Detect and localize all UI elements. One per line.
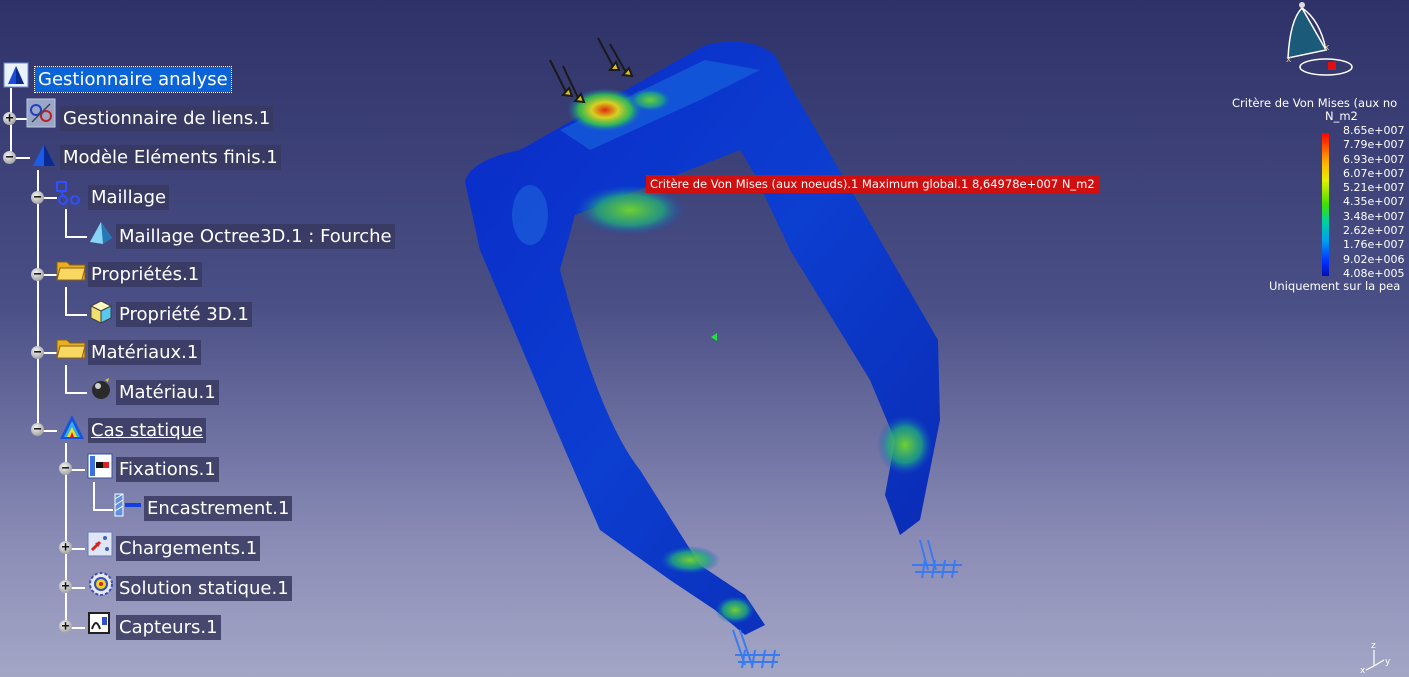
- axis-triad-icon: z y x: [1360, 641, 1391, 674]
- tree-item-materials[interactable]: Matériaux.1: [88, 340, 202, 365]
- legend-value: 2.62e+007: [1343, 224, 1405, 238]
- folder-icon[interactable]: [56, 334, 86, 360]
- tree-connector: [93, 482, 95, 510]
- legend-value: 4.35e+007: [1343, 195, 1405, 209]
- tree-item-static-case[interactable]: Cas statique: [88, 418, 207, 443]
- tree-connector: [65, 209, 67, 237]
- axis-x-label: x: [1360, 666, 1366, 674]
- legend-color-bar: [1322, 133, 1329, 276]
- tree-item-sensors[interactable]: Capteurs.1: [116, 615, 221, 640]
- tree-connector: [65, 287, 67, 315]
- axis-z-label: z: [1371, 641, 1376, 651]
- collapse-toggle[interactable]: −: [31, 191, 44, 204]
- expand-toggle[interactable]: +: [59, 541, 72, 554]
- folder-icon[interactable]: [56, 256, 86, 282]
- max-stress-tooltip: Critère de Von Mises (aux noeuds).1 Maxi…: [646, 175, 1099, 193]
- tree-connector: [65, 314, 87, 316]
- tree-item-mesh[interactable]: Maillage: [88, 185, 170, 210]
- axis-y-label: y: [1385, 657, 1391, 667]
- tree-item-property-3d[interactable]: Propriété 3D.1: [116, 302, 252, 327]
- expand-toggle[interactable]: +: [59, 580, 72, 593]
- stress-zone: [660, 546, 720, 574]
- collapse-toggle[interactable]: −: [31, 423, 44, 436]
- legend-unit: N_m2: [1325, 109, 1358, 123]
- compass-icon[interactable]: x x: [1280, 0, 1360, 85]
- tree-connector: [65, 365, 67, 393]
- stress-zone: [512, 185, 548, 245]
- tree-item-octree-mesh[interactable]: Maillage Octree3D.1 : Fourche: [116, 224, 395, 249]
- stress-zone: [715, 596, 755, 624]
- legend-value: 8.65e+007: [1343, 124, 1405, 137]
- links-manager-icon[interactable]: [26, 98, 56, 128]
- sensors-icon[interactable]: [86, 609, 112, 635]
- stress-zone: [628, 88, 672, 112]
- tree-item-links-manager[interactable]: Gestionnaire de liens.1: [60, 106, 274, 131]
- expand-toggle[interactable]: +: [59, 620, 72, 633]
- fork-stress-model[interactable]: [440, 25, 980, 675]
- legend-value: 6.93e+007: [1343, 152, 1405, 166]
- specification-tree: Gestionnaire analyse + Gestionnaire de l…: [0, 0, 400, 677]
- octree-mesh-icon[interactable]: [87, 220, 113, 246]
- collapse-toggle[interactable]: −: [3, 151, 16, 164]
- legend-footer: Uniquement sur la pea: [1269, 279, 1401, 293]
- tree-connector: [93, 509, 113, 511]
- analysis-manager-icon[interactable]: [3, 62, 29, 88]
- clamp-symbol: [912, 539, 962, 579]
- clamp-icon[interactable]: [113, 491, 141, 517]
- static-solution-icon[interactable]: [87, 570, 113, 596]
- tree-item-clamp[interactable]: Encastrement.1: [144, 496, 293, 521]
- legend-value: 7.79e+007: [1343, 138, 1405, 152]
- collapse-toggle[interactable]: −: [31, 268, 44, 281]
- legend-title: Critère de Von Mises (aux no: [1232, 96, 1398, 110]
- fork-body: [465, 41, 940, 635]
- stress-zone: [877, 415, 933, 475]
- tree-item-static-solution[interactable]: Solution statique.1: [116, 576, 292, 601]
- tree-item-restraints[interactable]: Fixations.1: [116, 457, 219, 482]
- collapse-toggle[interactable]: −: [59, 462, 72, 475]
- tree-connector: [65, 236, 87, 238]
- legend-values: 8.65e+007 7.79e+007 6.93e+007 6.07e+007 …: [1343, 124, 1404, 281]
- clamp-symbol: [732, 629, 780, 669]
- legend-value: 9.02e+006: [1343, 252, 1405, 266]
- static-case-icon[interactable]: [58, 413, 84, 439]
- tree-item-loads[interactable]: Chargements.1: [116, 536, 261, 561]
- legend-value: 3.48e+007: [1343, 209, 1405, 223]
- restraints-icon[interactable]: [86, 452, 113, 479]
- fem-model-icon[interactable]: [31, 142, 57, 168]
- tree-root-label[interactable]: Gestionnaire analyse: [34, 66, 232, 93]
- tree-item-material[interactable]: Matériau.1: [116, 380, 219, 405]
- tree-connector: [65, 392, 87, 394]
- property-3d-icon[interactable]: [87, 298, 113, 324]
- legend-value: 1.76e+007: [1343, 238, 1405, 252]
- svg-text:x: x: [1324, 43, 1330, 53]
- material-sphere-icon[interactable]: [89, 377, 115, 403]
- mesh-nodes-icon[interactable]: [55, 180, 81, 206]
- legend-value: 6.07e+007: [1343, 166, 1405, 180]
- tree-connector: [37, 170, 39, 432]
- origin-marker: [711, 333, 717, 341]
- tree-item-fem-model[interactable]: Modèle Eléments finis.1: [60, 145, 281, 170]
- legend-value: 5.21e+007: [1343, 181, 1405, 195]
- collapse-toggle[interactable]: −: [31, 346, 44, 359]
- tree-item-properties[interactable]: Propriétés.1: [88, 262, 203, 287]
- loads-icon[interactable]: [86, 530, 113, 557]
- svg-text:x: x: [1286, 55, 1292, 65]
- expand-toggle[interactable]: +: [3, 112, 16, 125]
